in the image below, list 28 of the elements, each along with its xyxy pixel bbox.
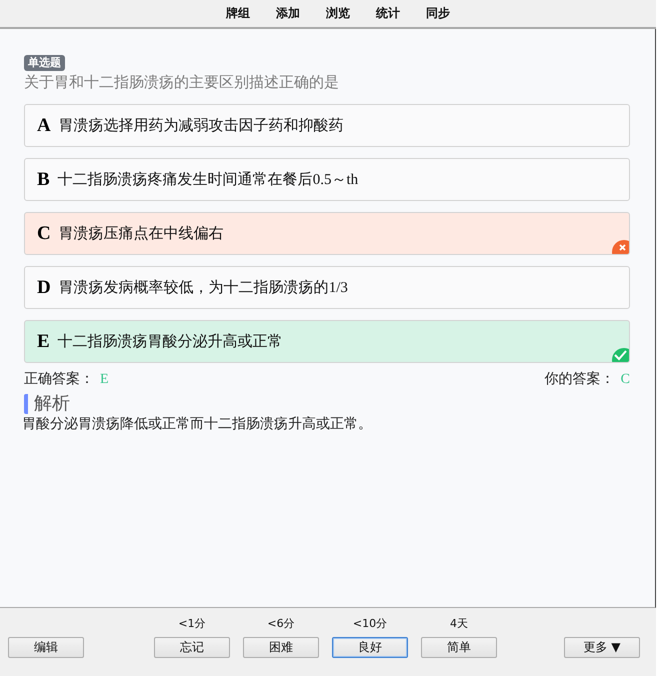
menu-item[interactable]: 同步 <box>426 5 450 22</box>
correct-answer: 正确答案： E <box>24 370 109 388</box>
interval-label: <6分 <box>267 616 295 631</box>
answer-option[interactable]: B 十二指肠溃疡疼痛发生时间通常在餐后0.5～th <box>24 158 630 201</box>
answer-option[interactable]: D 胃溃疡发病概率较低，为十二指肠溃疡的1/3 <box>24 266 630 309</box>
menu-item[interactable]: 添加 <box>276 5 300 22</box>
interval-label: 4天 <box>450 616 468 631</box>
check-icon <box>611 347 629 362</box>
answer-option[interactable]: C 胃溃疡压痛点在中线偏右 <box>24 212 630 255</box>
your-answer: 你的答案： C <box>544 370 630 388</box>
menu-item[interactable]: 牌组 <box>226 5 250 22</box>
explanation-text: 胃酸分泌胃溃疡降低或正常而十二指肠溃疡升高或正常。 <box>22 415 373 433</box>
answer-option[interactable]: E 十二指肠溃疡胃酸分泌升高或正常 <box>24 320 630 363</box>
interval-label: <10分 <box>352 616 388 631</box>
close-icon <box>611 239 629 254</box>
menu-item[interactable]: 浏览 <box>326 5 350 22</box>
ease-button[interactable]: 简单 <box>421 637 497 658</box>
edit-button[interactable]: 编辑 <box>8 637 84 658</box>
ease-button[interactable]: 良好 <box>332 637 408 658</box>
ease-button[interactable]: 忘记 <box>154 637 230 658</box>
explanation-title: 解析 <box>24 394 630 414</box>
ease-button[interactable]: 困难 <box>243 637 319 658</box>
interval-label: <1分 <box>178 616 206 631</box>
more-button[interactable]: 更多 ▼ <box>564 637 640 658</box>
question-text: 关于胃和十二指肠溃疡的主要区别描述正确的是 <box>24 73 340 92</box>
answer-option[interactable]: A 胃溃疡选择用药为减弱攻击因子药和抑酸药 <box>24 104 630 147</box>
question-type-label: 单选题 <box>24 55 65 71</box>
menu-item[interactable]: 统计 <box>376 5 400 22</box>
